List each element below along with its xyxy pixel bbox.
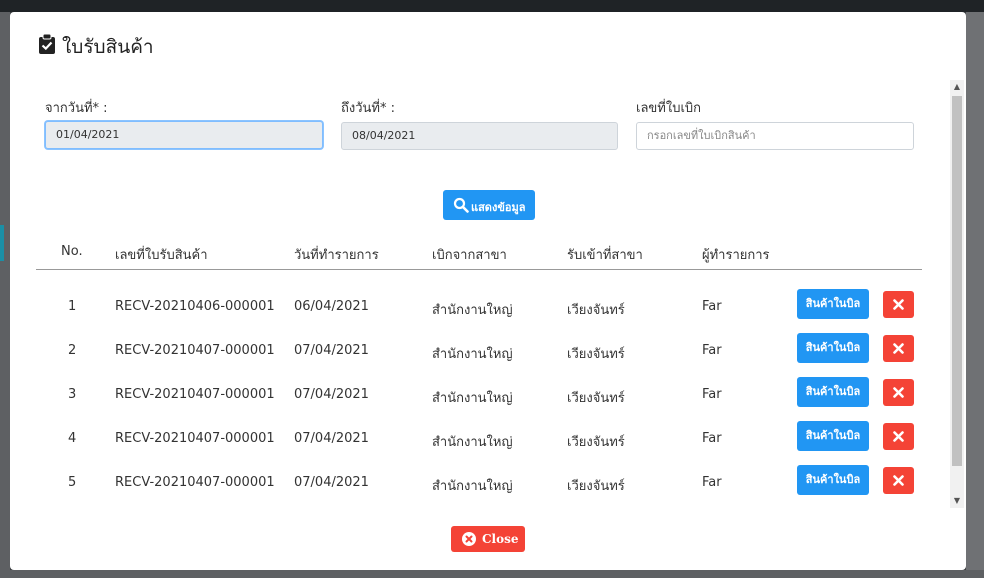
row-from-branch: สำนักงานใหญ่ [432,479,513,494]
modal-header: ใบรับสินค้า [10,12,966,78]
row-date: 07/04/2021 [294,431,369,446]
to-date-input[interactable]: 08/04/2021 [341,122,618,150]
row-to-branch: เวียงจันทร์ [567,391,625,406]
row-no: 5 [68,475,77,490]
row-date: 07/04/2021 [294,343,369,358]
bill-items-button[interactable]: สินค้าในบิล [797,333,869,363]
row-to-branch: เวียงจันทร์ [567,435,625,450]
col-header-receipt-no: เลขที่ใบรับสินค้า [115,248,208,263]
scroll-down-arrow-icon[interactable]: ▼ [950,494,964,508]
times-circle-icon [462,532,476,546]
table-row: 3 RECV-20210407-000001 07/04/2021 สำนักง… [32,377,949,421]
col-header-no: No. [61,244,83,259]
close-button[interactable]: Close [451,526,525,552]
table-header-divider [36,269,922,270]
col-header-by: ผู้ทำรายการ [702,248,770,263]
scroll-thumb[interactable] [952,96,962,466]
row-from-branch: สำนักงานใหญ่ [432,347,513,362]
close-icon [893,299,904,310]
row-by: Far [702,475,722,490]
row-receipt-no: RECV-20210407-000001 [115,343,275,358]
row-date: 07/04/2021 [294,387,369,402]
row-date: 06/04/2021 [294,299,369,314]
bill-items-button[interactable]: สินค้าในบิล [797,377,869,407]
modal-backdrop-left [0,12,10,578]
search-button-label: แสดงข้อมูล [471,201,526,214]
row-receipt-no: RECV-20210407-000001 [115,431,275,446]
from-date-label: จากวันที่* : [45,101,108,116]
bill-items-button[interactable]: สินค้าในบิล [797,465,869,495]
modal-backdrop-right [966,12,984,578]
background-accent [0,225,4,261]
table-row: 5 RECV-20210407-000001 07/04/2021 สำนักง… [32,465,949,509]
bill-items-button[interactable]: สินค้าในบิล [797,421,869,451]
row-no: 4 [68,431,77,446]
modal-backdrop-bottom [0,570,984,578]
col-header-to-branch: รับเข้าที่สาขา [567,248,643,263]
delete-button[interactable] [883,291,914,318]
row-no: 3 [68,387,77,402]
voucher-input[interactable]: กรอกเลขที่ใบเบิกสินค้า [636,122,914,150]
app-topbar [0,0,984,12]
delete-button[interactable] [883,335,914,362]
modal-body: จากวันที่* : 01/04/2021 ถึงวันที่* : 08/… [32,80,949,508]
row-by: Far [702,299,722,314]
delete-button[interactable] [883,423,914,450]
close-icon [893,343,904,354]
row-from-branch: สำนักงานใหญ่ [432,435,513,450]
row-receipt-no: RECV-20210407-000001 [115,387,275,402]
row-no: 1 [68,299,77,314]
search-button[interactable]: แสดงข้อมูล [443,190,535,220]
bill-items-button[interactable]: สินค้าในบิล [797,289,869,319]
col-header-date: วันที่ทำรายการ [294,248,379,263]
row-date: 07/04/2021 [294,475,369,490]
scroll-up-arrow-icon[interactable]: ▲ [950,80,964,94]
row-from-branch: สำนักงานใหญ่ [432,391,513,406]
modal-title: ใบรับสินค้า [62,36,154,58]
row-by: Far [702,343,722,358]
delete-button[interactable] [883,467,914,494]
search-icon [453,197,469,213]
voucher-label: เลขที่ใบเบิก [636,101,702,116]
table-row: 1 RECV-20210406-000001 06/04/2021 สำนักง… [32,289,949,333]
close-icon [893,387,904,398]
row-no: 2 [68,343,77,358]
row-by: Far [702,387,722,402]
row-to-branch: เวียงจันทร์ [567,303,625,318]
from-date-input[interactable]: 01/04/2021 [45,121,323,149]
close-icon [893,475,904,486]
row-receipt-no: RECV-20210407-000001 [115,475,275,490]
row-to-branch: เวียงจันทร์ [567,479,625,494]
row-by: Far [702,431,722,446]
row-from-branch: สำนักงานใหญ่ [432,303,513,318]
col-header-from-branch: เบิกจากสาขา [432,248,507,263]
table-row: 2 RECV-20210407-000001 07/04/2021 สำนักง… [32,333,949,377]
to-date-label: ถึงวันที่* : [341,101,395,116]
row-to-branch: เวียงจันทร์ [567,347,625,362]
table-row: 4 RECV-20210407-000001 07/04/2021 สำนักง… [32,421,949,465]
row-receipt-no: RECV-20210406-000001 [115,299,275,314]
close-icon [893,431,904,442]
modal-scrollbar[interactable]: ▲ ▼ [950,80,964,508]
receipt-modal: ใบรับสินค้า จากวันที่* : 01/04/2021 ถึงว… [10,12,966,570]
close-button-label: Close [482,532,519,546]
clipboard-check-icon [39,34,55,54]
delete-button[interactable] [883,379,914,406]
